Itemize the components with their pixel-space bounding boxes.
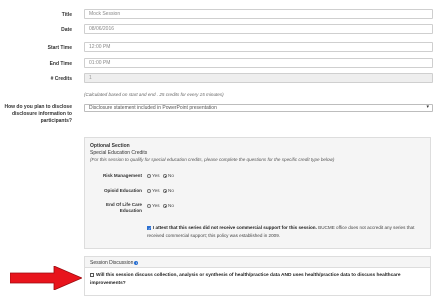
session-discussion-checkbox[interactable]: Will this session discuss collection, an…	[90, 272, 420, 288]
end-time-label: End Time	[49, 61, 72, 67]
start-time-label: Start Time	[47, 45, 72, 51]
attest-checkbox[interactable]: I attest that this series did not receiv…	[147, 224, 427, 240]
session-discussion-heading: Session Discussion i	[90, 260, 139, 266]
radio-label: Yes	[152, 203, 160, 208]
info-icon[interactable]: i	[134, 260, 139, 265]
optional-section-note: (For this session to qualify for special…	[90, 157, 335, 162]
radio-label: No	[168, 173, 174, 178]
risk-management-yes[interactable]: Yes	[147, 173, 160, 178]
title-input[interactable]: Mock Session	[84, 9, 433, 19]
opioid-education-no[interactable]: No	[163, 188, 174, 193]
arrow-icon	[10, 266, 82, 290]
attest-bold-text: I attest that this series did not receiv…	[153, 225, 317, 230]
opioid-education-label: Opioid Education	[103, 188, 142, 193]
checkbox-checked-icon	[147, 225, 151, 233]
optional-section-heading: Optional Section	[90, 143, 130, 149]
credits-label: # Credits	[50, 76, 72, 82]
disclosure-selected-value: Disclosure statement included in PowerPo…	[89, 105, 217, 111]
chevron-down-icon: ▾	[426, 104, 429, 110]
risk-management-label: Risk Management	[102, 173, 142, 178]
disclosure-select[interactable]: Disclosure statement included in PowerPo…	[84, 104, 433, 112]
radio-icon	[147, 188, 151, 193]
date-input[interactable]: 08/06/2016	[84, 24, 433, 34]
radio-selected-icon	[163, 203, 167, 208]
opioid-education-yes[interactable]: Yes	[147, 188, 160, 193]
date-label: Date	[61, 27, 72, 33]
session-discussion-title: Session Discussion	[90, 260, 134, 266]
session-discussion-question: Will this session discuss collection, an…	[90, 273, 401, 286]
radio-icon	[147, 173, 151, 178]
start-time-input[interactable]: 12:00 PM	[84, 42, 433, 52]
radio-label: Yes	[152, 173, 160, 178]
radio-selected-icon	[163, 173, 167, 178]
radio-label: No	[168, 203, 174, 208]
title-label: Title	[61, 12, 72, 18]
radio-label: No	[168, 188, 174, 193]
checkbox-icon	[90, 272, 94, 277]
disclosure-label: How do you plan to disclose disclosure i…	[4, 104, 72, 124]
end-of-life-yes[interactable]: Yes	[147, 203, 160, 208]
credits-note: (Calculated based on start and end . 25 …	[84, 92, 224, 97]
end-of-life-no[interactable]: No	[163, 203, 174, 208]
radio-icon	[147, 203, 151, 208]
credits-input: 1	[84, 73, 433, 83]
end-of-life-label: End Of Life Care Education	[106, 202, 142, 213]
risk-management-no[interactable]: No	[163, 173, 174, 178]
radio-selected-icon	[163, 188, 167, 193]
optional-section-panel: Optional Section Special Education Credi…	[84, 137, 431, 249]
optional-section-subheading: Special Education Credits	[90, 150, 148, 156]
session-discussion-panel: Session Discussion i Will this session di…	[84, 256, 431, 296]
radio-label: Yes	[152, 188, 160, 193]
end-time-input[interactable]: 01:00 PM	[84, 58, 433, 68]
